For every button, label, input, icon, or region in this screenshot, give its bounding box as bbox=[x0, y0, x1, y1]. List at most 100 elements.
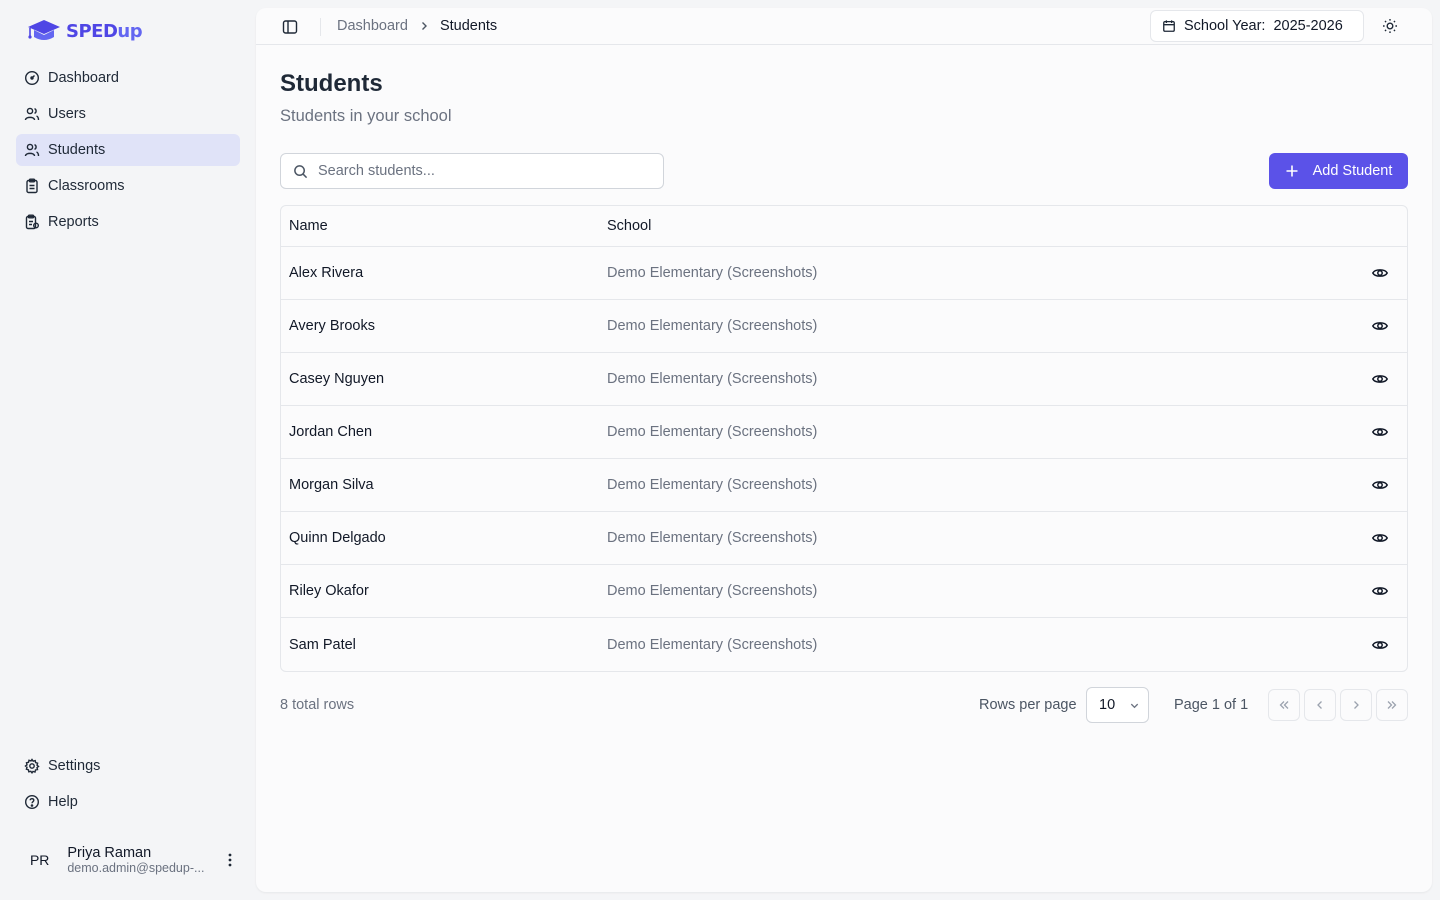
table-header: Name School bbox=[281, 206, 1407, 247]
topbar: Dashboard Students School Year: 2025-202… bbox=[256, 8, 1432, 45]
sidebar-item-classrooms[interactable]: Classrooms bbox=[16, 170, 240, 202]
gear-icon bbox=[24, 758, 40, 774]
chevron-right-icon bbox=[421, 22, 427, 30]
avatar: PR bbox=[29, 852, 50, 868]
student-name: Sam Patel bbox=[289, 636, 356, 653]
users-icon bbox=[24, 143, 40, 157]
eye-icon bbox=[1371, 534, 1389, 542]
sidebar-item-students[interactable]: Students bbox=[16, 134, 240, 166]
sidebar-item-dashboard[interactable]: Dashboard bbox=[16, 62, 240, 94]
student-name: Riley Okafor bbox=[289, 583, 369, 599]
view-student-button[interactable] bbox=[1353, 423, 1407, 441]
student-school: Demo Elementary (Screenshots) bbox=[607, 371, 818, 387]
sidebar-item-label: Help bbox=[48, 794, 78, 810]
student-name: Morgan Silva bbox=[289, 477, 374, 493]
plus-icon bbox=[1286, 165, 1298, 177]
student-name: Jordan Chen bbox=[289, 424, 373, 440]
table-row[interactable]: Morgan Silva Demo Elementary (Screenshots… bbox=[281, 459, 1407, 512]
rows-per-page-select[interactable]: 10 bbox=[1086, 687, 1149, 723]
user-menu[interactable]: PR Priya Raman demo.admin@spedup-... bbox=[16, 836, 240, 884]
student-school: Demo Elementary (Screenshots) bbox=[607, 636, 818, 653]
search-icon bbox=[294, 164, 308, 178]
eye-icon bbox=[1371, 640, 1389, 649]
sidebar-item-settings[interactable]: Settings bbox=[16, 750, 240, 782]
eye-icon bbox=[1371, 481, 1389, 489]
sidebar-item-users[interactable]: Users bbox=[16, 98, 240, 130]
brand-logo[interactable]: SPEDup bbox=[26, 18, 143, 44]
sidebar-bottom-nav: Settings Help bbox=[16, 750, 240, 822]
student-school: Demo Elementary (Screenshots) bbox=[607, 477, 818, 493]
chevrons-left-icon bbox=[1279, 701, 1289, 709]
main-panel: Dashboard Students School Year: 2025-202… bbox=[256, 8, 1432, 892]
user-email: demo.admin@spedup-... bbox=[67, 861, 205, 875]
students-table: Name School Alex Rivera Demo Elementary (… bbox=[280, 205, 1408, 672]
page-subtitle: Students in your school bbox=[280, 107, 452, 125]
school-year-label: School Year: bbox=[1184, 18, 1266, 34]
student-school: Demo Elementary (Screenshots) bbox=[607, 530, 818, 546]
view-student-button[interactable] bbox=[1353, 264, 1407, 282]
view-student-button[interactable] bbox=[1353, 476, 1407, 494]
sidebar-toggle-icon[interactable] bbox=[280, 17, 300, 37]
sun-icon[interactable] bbox=[1380, 16, 1400, 36]
page-info: Page 1 of 1 bbox=[1174, 697, 1249, 713]
view-student-button[interactable] bbox=[1353, 529, 1407, 547]
table-row[interactable]: Sam Patel Demo Elementary (Screenshots) bbox=[281, 618, 1407, 671]
help-circle-icon bbox=[24, 794, 40, 810]
pagination-controls bbox=[1268, 689, 1408, 721]
school-year-selector[interactable]: School Year: 2025-2026 bbox=[1150, 10, 1364, 42]
sidebar-item-label: Students bbox=[48, 142, 106, 158]
divider bbox=[320, 18, 321, 36]
student-school: Demo Elementary (Screenshots) bbox=[607, 265, 818, 281]
view-student-button[interactable] bbox=[1353, 636, 1407, 654]
sidebar-item-reports[interactable]: Reports bbox=[16, 206, 240, 238]
view-student-button[interactable] bbox=[1353, 370, 1407, 388]
student-name: Quinn Delgado bbox=[289, 530, 386, 546]
previous-page-button[interactable] bbox=[1304, 689, 1336, 721]
add-student-button[interactable]: Add Student bbox=[1269, 153, 1408, 189]
add-student-label: Add Student bbox=[1312, 163, 1393, 179]
clipboard-icon bbox=[26, 178, 38, 194]
table-row[interactable]: Jordan Chen Demo Elementary (Screenshots) bbox=[281, 406, 1407, 459]
table-row[interactable]: Quinn Delgado Demo Elementary (Screenshot… bbox=[281, 512, 1407, 565]
rows-per-page-label: Rows per page bbox=[979, 697, 1077, 713]
search-box bbox=[280, 153, 664, 189]
breadcrumb-dashboard-link[interactable]: Dashboard bbox=[337, 18, 408, 34]
chevron-left-icon bbox=[1317, 701, 1322, 709]
calendar-icon bbox=[1163, 20, 1175, 32]
total-rows-count: 8 total rows bbox=[280, 697, 355, 713]
eye-icon bbox=[1371, 428, 1389, 436]
student-school: Demo Elementary (Screenshots) bbox=[607, 318, 818, 334]
sidebar: SPEDup Dashboard Users Students Classroo… bbox=[0, 0, 256, 900]
view-student-button[interactable] bbox=[1353, 317, 1407, 335]
column-header-school[interactable]: School bbox=[607, 218, 1353, 234]
first-page-button[interactable] bbox=[1268, 689, 1300, 721]
sidebar-nav: Dashboard Users Students Classrooms Repo… bbox=[16, 62, 240, 242]
table-body: Alex Rivera Demo Elementary (Screenshots)… bbox=[281, 247, 1407, 671]
breadcrumb: Dashboard Students bbox=[337, 18, 497, 34]
sidebar-item-label: Settings bbox=[48, 758, 101, 774]
user-info: Priya Raman demo.admin@spedup-... bbox=[67, 845, 208, 875]
users-icon bbox=[24, 107, 40, 121]
gauge-icon bbox=[24, 70, 40, 86]
sidebar-item-help[interactable]: Help bbox=[16, 786, 240, 818]
last-page-button[interactable] bbox=[1376, 689, 1408, 721]
column-header-name[interactable]: Name bbox=[281, 218, 607, 234]
eye-icon bbox=[1371, 587, 1389, 595]
view-student-button[interactable] bbox=[1353, 582, 1407, 600]
student-name: Alex Rivera bbox=[289, 265, 364, 281]
brand-name: SPEDup bbox=[66, 20, 143, 42]
eye-icon bbox=[1371, 269, 1389, 277]
table-row[interactable]: Riley Okafor Demo Elementary (Screenshots… bbox=[281, 565, 1407, 618]
eye-icon bbox=[1371, 322, 1389, 330]
next-page-button[interactable] bbox=[1340, 689, 1372, 721]
table-row[interactable]: Casey Nguyen Demo Elementary (Screenshots… bbox=[281, 353, 1407, 406]
table-row[interactable]: Alex Rivera Demo Elementary (Screenshots) bbox=[281, 247, 1407, 300]
table-row[interactable]: Avery Brooks Demo Elementary (Screenshots… bbox=[281, 300, 1407, 353]
student-name: Avery Brooks bbox=[289, 318, 375, 334]
student-school: Demo Elementary (Screenshots) bbox=[607, 424, 818, 440]
chevron-down-icon bbox=[1130, 703, 1139, 708]
report-icon bbox=[25, 214, 39, 230]
user-name: Priya Raman bbox=[67, 845, 152, 861]
search-input[interactable] bbox=[318, 163, 648, 179]
more-vertical-icon[interactable] bbox=[220, 850, 240, 870]
